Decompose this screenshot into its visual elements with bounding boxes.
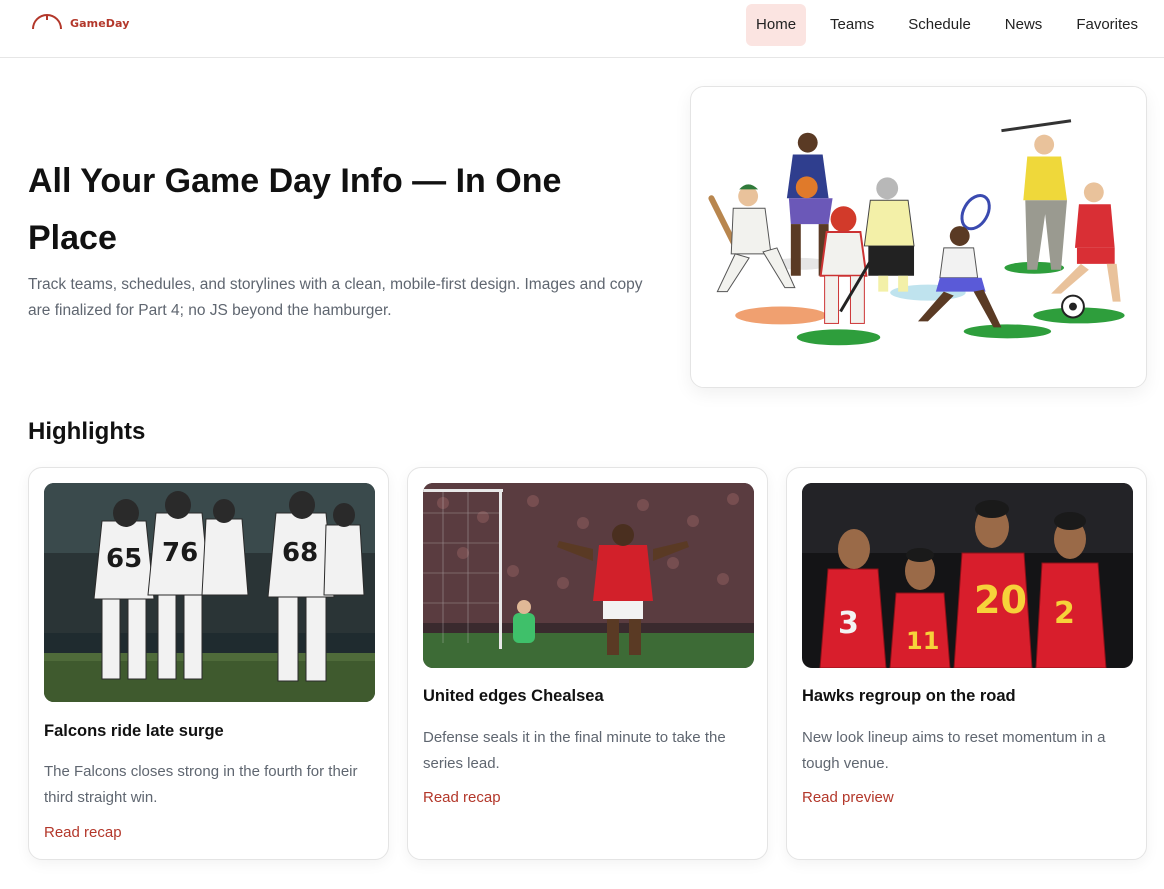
nav-news[interactable]: News	[995, 4, 1053, 46]
read-recap-link[interactable]: Read recap	[423, 789, 501, 806]
svg-text:3: 3	[838, 606, 859, 641]
svg-text:76: 76	[162, 538, 198, 568]
brand-logo-link[interactable]: GameDay	[30, 12, 129, 32]
nav-schedule[interactable]: Schedule	[898, 4, 981, 46]
hero-image-card	[690, 86, 1147, 388]
nav-teams[interactable]: Teams	[820, 4, 884, 46]
hawks-huddle-image: 3 11 20 2	[802, 483, 1133, 668]
brand-name: GameDay	[70, 16, 130, 30]
svg-text:68: 68	[282, 538, 318, 568]
united-photo	[423, 483, 754, 668]
main-nav: Home Teams Schedule News Favorites	[732, 4, 1148, 46]
card-summary: Defense seals it in the final minute to …	[423, 729, 726, 772]
card-title: Hawks regroup on the road	[802, 687, 1016, 705]
nav-home[interactable]: Home	[746, 4, 807, 46]
svg-text:11: 11	[906, 627, 939, 655]
svg-text:20: 20	[974, 578, 1027, 622]
united-goal-celebration-image	[423, 483, 754, 668]
hero-athletes-illustration	[691, 87, 1146, 387]
card-title: Falcons ride late surge	[44, 722, 224, 740]
card-summary: New look lineup aims to reset momentum i…	[802, 729, 1106, 772]
hawks-photo: 3 11 20 2	[802, 483, 1133, 668]
card-title: United edges Chealsea	[423, 687, 604, 705]
nav-favorites[interactable]: Favorites	[1066, 4, 1148, 46]
falcons-celebration-image: 65 76 68	[44, 483, 375, 702]
highlight-card-united: United edges Chealsea Defense seals it i…	[407, 467, 768, 860]
hero-title: All Your Game Day Info — In One Place	[28, 162, 562, 257]
gauge-arc-icon	[32, 14, 62, 30]
highlight-card-hawks: 3 11 20 2 Hawks regroup on the road New …	[786, 467, 1147, 860]
falcons-photo: 65 76 68	[44, 483, 375, 702]
site-header: GameDay Home Teams Schedule News Favorit…	[0, 0, 1164, 58]
svg-text:65: 65	[106, 544, 142, 574]
read-preview-link[interactable]: Read preview	[802, 789, 894, 806]
card-summary: The Falcons closes strong in the fourth …	[44, 763, 358, 806]
highlight-card-falcons: 65 76 68 Falcons ride late surge The Fal…	[28, 467, 389, 860]
hero-subtitle: Track teams, schedules, and storylines w…	[28, 276, 643, 319]
read-recap-link[interactable]: Read recap	[44, 824, 122, 841]
highlights-heading: Highlights	[28, 418, 146, 445]
svg-text:2: 2	[1054, 596, 1075, 631]
